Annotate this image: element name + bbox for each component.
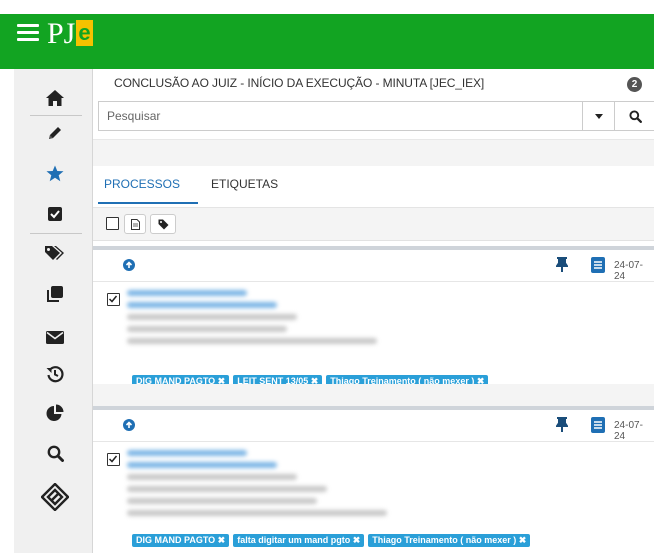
tab-etiquetas[interactable]: ETIQUETAS: [211, 177, 278, 191]
document-icon[interactable]: [591, 417, 605, 433]
search-bar: [98, 101, 654, 131]
checkbox-icon[interactable]: [44, 203, 66, 225]
copy-icon[interactable]: [44, 283, 66, 305]
tab-processos[interactable]: PROCESSOS: [104, 177, 180, 191]
tab-bar: PROCESSOS ETIQUETAS: [93, 166, 654, 208]
sidebar: [0, 69, 93, 553]
tag-list: DIG MAND PAGTO ✖ falta digitar um mand p…: [132, 534, 531, 547]
search-icon: [628, 109, 642, 123]
process-card: 24-07-24 DIG MAND PAGTO ✖ LEIT SENT 13/0…: [93, 246, 654, 388]
search-dropdown-button[interactable]: [582, 102, 614, 130]
pencil-icon[interactable]: [44, 122, 66, 144]
tags-icon[interactable]: [44, 242, 66, 264]
search-icon[interactable]: [44, 442, 66, 464]
tag-chip[interactable]: Thiago Treinamento ( não mexer ) ✖: [368, 534, 531, 547]
task-title: CONCLUSÃO AO JUIZ - INÍCIO DA EXECUÇÃO -…: [114, 76, 485, 90]
search-input[interactable]: [99, 102, 582, 130]
caret-down-icon: [594, 113, 603, 119]
star-icon[interactable]: [44, 162, 66, 184]
process-checkbox[interactable]: [107, 453, 120, 466]
home-icon[interactable]: [44, 87, 66, 109]
logo-text: PJ: [47, 17, 76, 50]
document-icon[interactable]: [591, 257, 605, 273]
process-checkbox[interactable]: [107, 293, 120, 306]
pie-chart-icon[interactable]: [44, 402, 66, 424]
count-badge: 2: [627, 77, 642, 92]
history-icon[interactable]: [44, 363, 66, 385]
top-bar: PJ e: [0, 0, 654, 69]
tag-icon: [158, 219, 168, 229]
document-icon: [130, 218, 140, 230]
tag-button[interactable]: [150, 214, 176, 234]
select-all-checkbox[interactable]: [106, 217, 119, 230]
search-button[interactable]: [614, 102, 654, 130]
redacted-process-info: [127, 290, 377, 350]
envelope-icon[interactable]: [44, 326, 66, 348]
logo-e: e: [76, 20, 93, 46]
process-date: 24-07-24: [614, 420, 643, 442]
tag-chip[interactable]: DIG MAND PAGTO ✖: [132, 534, 230, 547]
redacted-process-info: [127, 450, 387, 522]
list-toolbar: [93, 208, 654, 241]
pje-logo[interactable]: PJ e: [47, 16, 93, 52]
pin-icon[interactable]: [556, 257, 568, 272]
document-button[interactable]: [124, 214, 146, 234]
tag-chip[interactable]: falta digitar um mand pgto ✖: [233, 534, 365, 547]
process-date: 24-07-24: [614, 260, 643, 282]
active-tab-indicator: [98, 202, 198, 204]
diamond-logo-icon[interactable]: [40, 482, 70, 512]
main-panel: CONCLUSÃO AO JUIZ - INÍCIO DA EXECUÇÃO -…: [93, 69, 654, 553]
arrow-up-circle-icon[interactable]: [123, 259, 135, 271]
arrow-up-circle-icon[interactable]: [123, 419, 135, 431]
pin-icon[interactable]: [556, 417, 568, 432]
hamburger-menu-icon[interactable]: [17, 24, 39, 42]
process-card: 24-07-24 DIG MAND PAGTO ✖ falta digitar …: [93, 406, 654, 553]
